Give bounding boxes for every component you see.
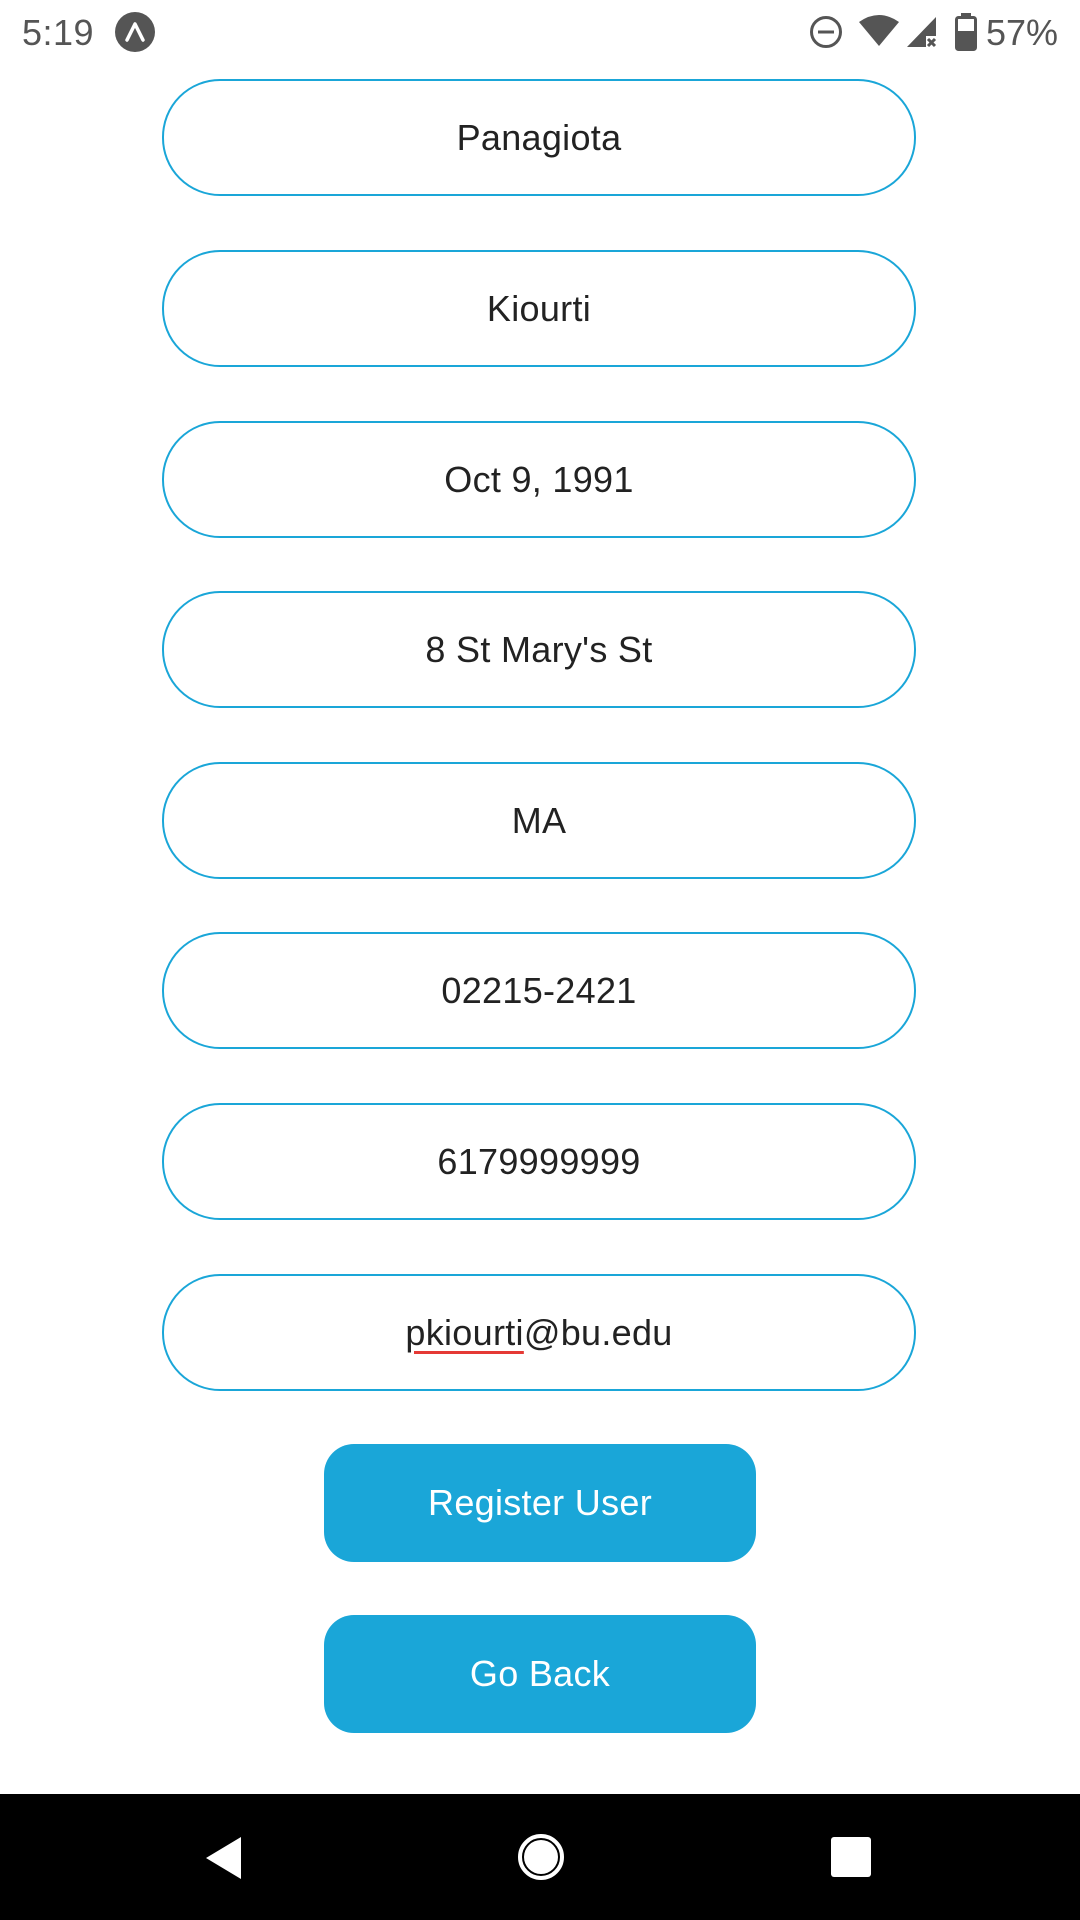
cell-signal-icon	[904, 14, 940, 55]
battery-percent: 57%	[986, 12, 1059, 53]
battery-icon	[954, 12, 978, 57]
date-of-birth-value: Oct 9, 1991	[444, 458, 634, 500]
state-field[interactable]: MA	[162, 762, 916, 879]
last-name-value: Kiourti	[486, 287, 592, 329]
email-field[interactable]: pkiourti@bu.edu	[162, 1274, 916, 1391]
do-not-disturb-icon	[808, 14, 844, 55]
first-name-field[interactable]: Panagiota	[162, 79, 916, 196]
home-icon[interactable]	[516, 1832, 566, 1887]
app-notification-icon	[115, 12, 155, 52]
back-icon[interactable]	[203, 1834, 245, 1887]
street-address-field[interactable]: 8 St Mary's St	[162, 591, 916, 708]
email-value: pkiourti@bu.edu	[405, 1312, 672, 1354]
wifi-icon	[858, 14, 900, 53]
email-misspelled-text: pkiourti	[405, 1311, 524, 1353]
status-bar: 5:19 57%	[0, 0, 1080, 64]
phone-field[interactable]: 6179999999	[162, 1103, 916, 1220]
zip-code-field[interactable]: 02215-2421	[162, 932, 916, 1049]
go-back-button[interactable]: Go Back	[324, 1615, 756, 1733]
phone-value: 6179999999	[437, 1140, 641, 1182]
date-of-birth-field[interactable]: Oct 9, 1991	[162, 421, 916, 538]
first-name-value: Panagiota	[456, 116, 622, 158]
navigation-bar	[0, 1794, 1080, 1920]
last-name-field[interactable]: Kiourti	[162, 250, 916, 367]
recents-icon[interactable]	[830, 1836, 872, 1883]
register-user-button[interactable]: Register User	[324, 1444, 756, 1562]
state-value: MA	[511, 799, 567, 841]
zip-code-value: 02215-2421	[441, 969, 637, 1011]
registration-screen: 5:19 57% Panagiota Kiourti Oct 9, 1991 8…	[0, 0, 1080, 1920]
street-address-value: 8 St Mary's St	[425, 628, 653, 670]
email-domain-text: @bu.edu	[523, 1311, 673, 1353]
status-time: 5:19	[22, 12, 95, 53]
